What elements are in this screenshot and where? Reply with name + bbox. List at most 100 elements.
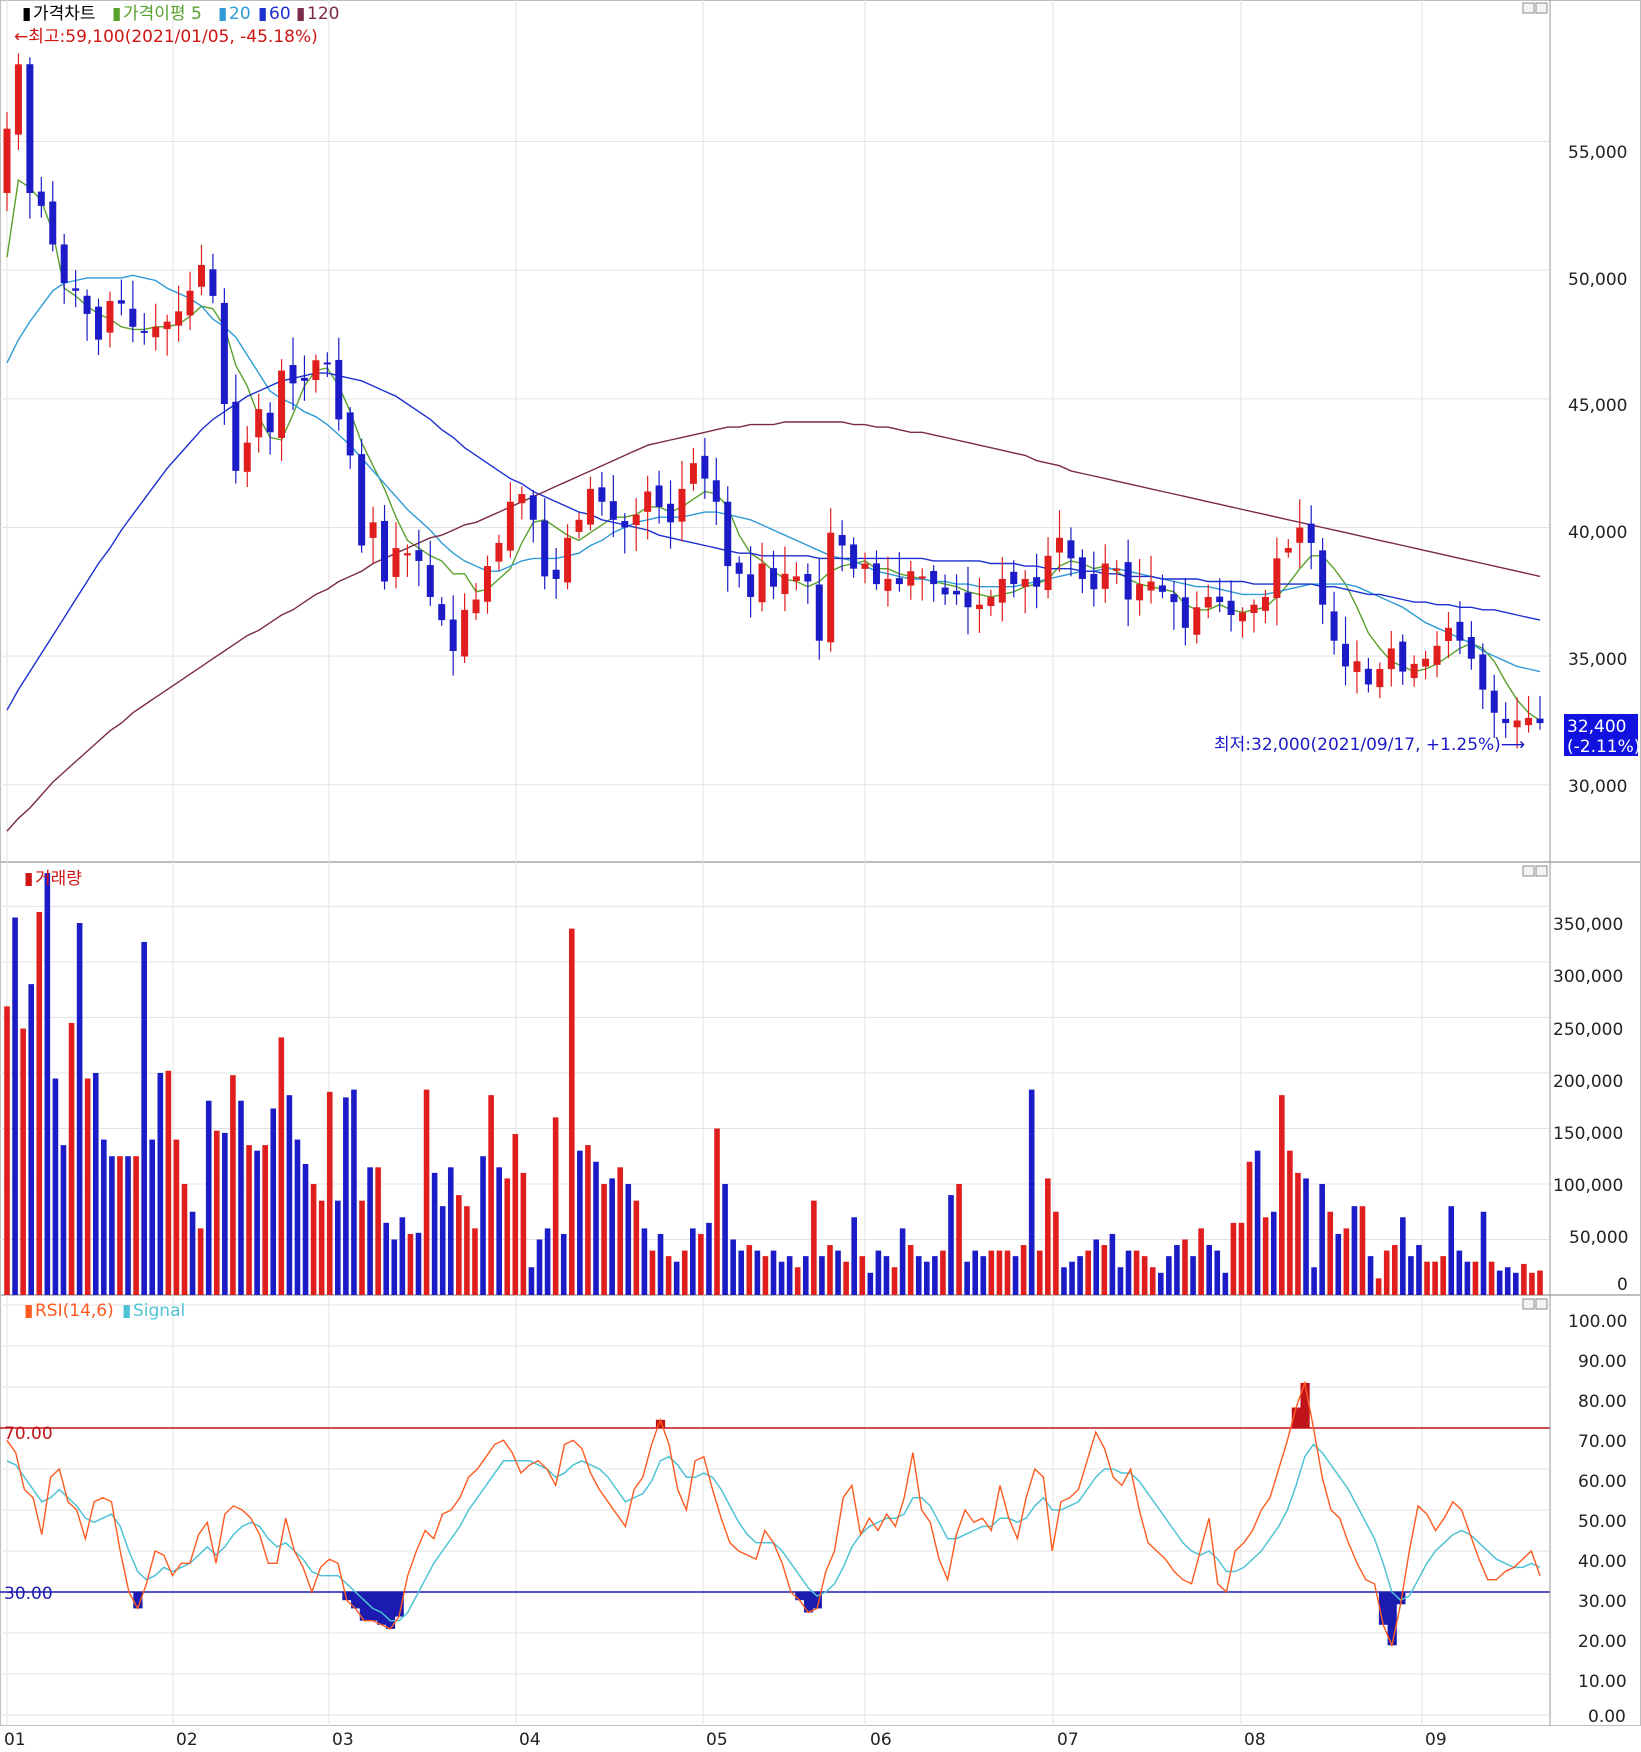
volume-bar: [1004, 1250, 1011, 1295]
price-tick-label: 35,000: [1568, 650, 1627, 670]
volume-bar: [1359, 1206, 1366, 1295]
candle-body: [117, 300, 125, 304]
volume-bar: [1222, 1272, 1229, 1295]
maximize-icon[interactable]: [1522, 865, 1535, 877]
candle-body: [735, 562, 743, 574]
volume-bar: [1279, 1095, 1285, 1295]
stock-chart: 55,000 50,000 45,000 40,000 35,000 30,00…: [0, 0, 1641, 1750]
maximize-icon[interactable]: [1522, 2, 1535, 14]
candle-body: [689, 463, 697, 484]
volume-bar: [754, 1250, 761, 1295]
volume-bar: [1448, 1206, 1455, 1295]
volume-bar: [326, 1091, 333, 1295]
volume-bar: [802, 1256, 809, 1295]
candle-body: [1010, 571, 1018, 585]
candle-body: [438, 604, 446, 621]
close-icon[interactable]: [1535, 865, 1548, 877]
candle-body: [953, 590, 961, 595]
volume-bar: [714, 1128, 720, 1295]
candle-body: [861, 563, 869, 569]
volume-bar: [76, 923, 83, 1295]
volume-tick-label: 0: [1617, 1275, 1628, 1295]
candle-body: [1364, 668, 1372, 685]
candle-body: [197, 265, 205, 287]
candle-body: [541, 520, 549, 577]
rsi-legend: RSI(14,6): [35, 1301, 114, 1321]
volume-bar: [84, 1078, 91, 1295]
volume-bar: [351, 1089, 357, 1295]
candle-body: [1456, 621, 1464, 641]
volume-bar: [1424, 1261, 1430, 1295]
candle-body: [323, 362, 331, 365]
volume-bar: [924, 1261, 930, 1295]
volume-bar: [270, 1108, 277, 1295]
volume-bar: [101, 1139, 107, 1295]
volume-bar: [302, 1163, 309, 1295]
volume-bar: [262, 1145, 268, 1295]
volume-bar: [238, 1100, 244, 1295]
volume-bar: [1214, 1250, 1221, 1295]
volume-bar: [1327, 1211, 1334, 1295]
month-label: 03: [332, 1730, 354, 1750]
close-icon[interactable]: [1535, 1298, 1548, 1310]
maximize-icon[interactable]: [1522, 1298, 1535, 1310]
volume-bar: [1391, 1245, 1398, 1295]
candle-body: [1284, 548, 1292, 553]
candle-body: [49, 201, 57, 245]
candle-body: [850, 544, 858, 569]
candle-body: [804, 573, 812, 582]
candle-body: [552, 569, 560, 579]
candle-body: [449, 619, 457, 652]
candle-body: [369, 522, 377, 538]
candle-body: [998, 578, 1006, 603]
volume-bar: [423, 1089, 430, 1295]
close-icon[interactable]: [1535, 2, 1548, 14]
volume-bar: [1432, 1261, 1438, 1295]
volume-bar: [972, 1250, 979, 1295]
volume-bar: [932, 1256, 938, 1295]
candle-body: [907, 571, 915, 586]
volume-bar: [1537, 1270, 1543, 1295]
volume-bar: [552, 1117, 559, 1295]
volume-tick-label: 250,000: [1553, 1020, 1623, 1040]
rsi-oversold-fill: [377, 1592, 387, 1625]
candle-body: [895, 578, 903, 585]
volume-bar: [488, 1095, 494, 1295]
volume-bar: [859, 1256, 866, 1295]
candle-body: [781, 573, 789, 595]
volume-bar: [335, 1200, 341, 1295]
candle-body: [609, 501, 617, 520]
volume-bar: [1125, 1250, 1132, 1295]
volume-bar: [1246, 1161, 1253, 1295]
volume-bar: [141, 941, 147, 1295]
volume-bar: [1141, 1256, 1148, 1295]
candle-body: [1307, 523, 1315, 543]
volume-bar: [205, 1100, 212, 1295]
signal-legend: Signal: [133, 1301, 185, 1321]
candle-body: [1193, 607, 1201, 635]
volume-bar: [456, 1195, 462, 1295]
volume-bar: [1529, 1272, 1535, 1295]
legend-price-mark: ▮: [22, 4, 31, 24]
volume-bar: [375, 1167, 381, 1295]
volume-bar: [20, 1028, 26, 1295]
volume-bar: [1521, 1263, 1527, 1295]
volume-bar: [948, 1195, 954, 1295]
volume-bar: [480, 1156, 486, 1295]
volume-bar: [794, 1267, 801, 1295]
volume-bar: [189, 1211, 196, 1295]
rsi-tick-label: 20.00: [1578, 1632, 1627, 1652]
volume-tick-label: 300,000: [1553, 967, 1623, 987]
legend-ma5-mark: ▮: [112, 4, 121, 24]
candle-body: [529, 495, 537, 520]
candle-body: [278, 370, 286, 438]
volume-bar: [1472, 1261, 1479, 1295]
candle-body: [678, 488, 686, 522]
volume-bar: [520, 1172, 527, 1295]
rsi-tick-label: 50.00: [1578, 1512, 1627, 1532]
volume-legend-mark: ▮: [24, 869, 33, 889]
candle-body: [1239, 612, 1247, 622]
candle-body: [495, 542, 503, 562]
volume-bar: [568, 928, 575, 1295]
volume-bar: [1117, 1267, 1124, 1295]
